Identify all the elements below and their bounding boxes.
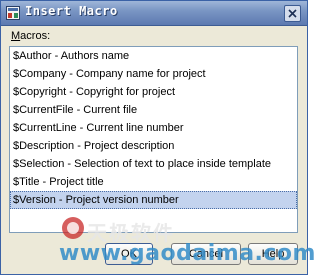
cancel-button[interactable]: Cancel [171, 243, 241, 265]
macros-label: Macros: [11, 30, 50, 42]
close-icon [288, 9, 297, 18]
list-item[interactable]: $Version - Project version number [10, 191, 297, 209]
help-button[interactable]: Help [248, 243, 298, 265]
macros-listbox[interactable]: $Author - Authors name $Company - Company… [9, 46, 298, 233]
macros-label-text: acros: [20, 30, 51, 42]
close-button[interactable] [284, 5, 301, 22]
list-item[interactable]: $Selection - Selection of text to place … [10, 155, 297, 173]
application-icon [6, 6, 20, 20]
insert-macro-dialog: Insert Macro Macros: $Author - Authors n… [0, 0, 315, 275]
list-item[interactable]: $CurrentFile - Current file [10, 101, 297, 119]
list-item[interactable]: $Author - Authors name [10, 47, 297, 65]
list-item[interactable]: $CurrentLine - Current line number [10, 119, 297, 137]
list-item[interactable]: $Company - Company name for project [10, 65, 297, 83]
ok-button[interactable]: OK [105, 243, 153, 265]
dialog-title: Insert Macro [25, 4, 118, 18]
list-item[interactable]: $Title - Project title [10, 173, 297, 191]
title-bar[interactable]: Insert Macro [1, 1, 307, 26]
macros-label-mnemonic: M [11, 30, 21, 42]
list-item[interactable]: $Copyright - Copyright for project [10, 83, 297, 101]
list-item[interactable]: $Description - Project description [10, 137, 297, 155]
